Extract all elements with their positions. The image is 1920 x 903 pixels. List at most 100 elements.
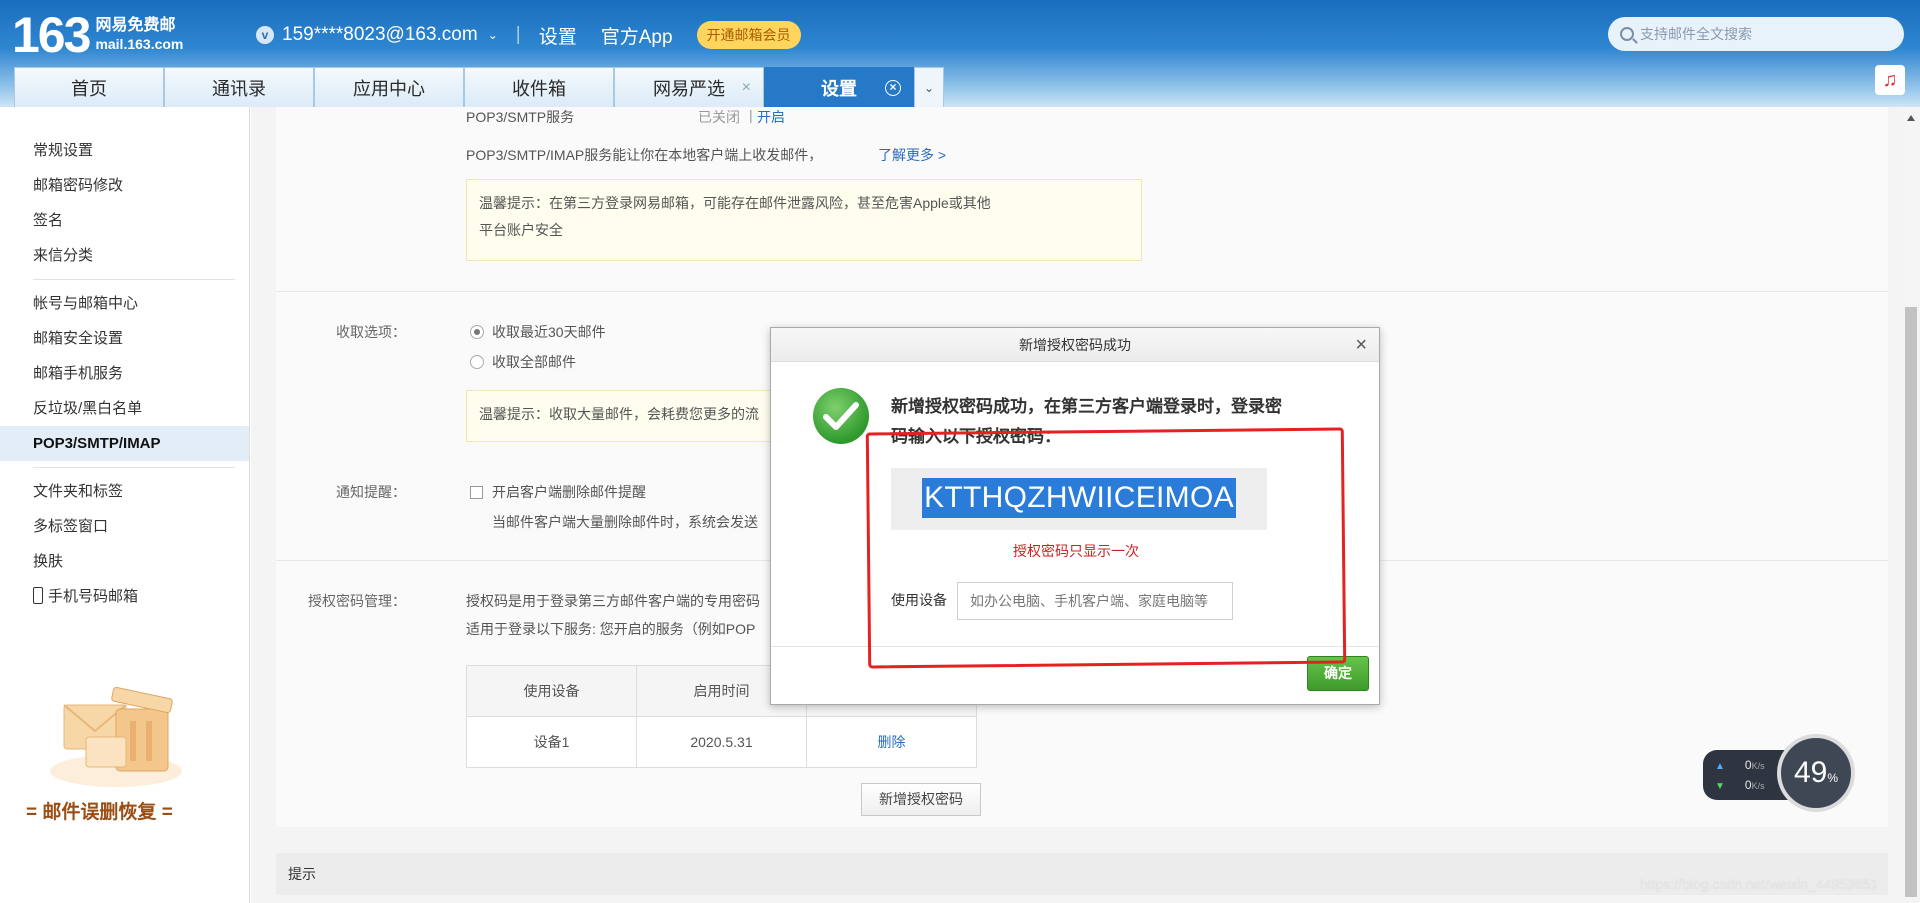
tab-label: 设置 xyxy=(821,78,857,99)
service-desc: POP3/SMTP/IMAP服务能让你在本地客户端上收发邮件， xyxy=(466,147,823,163)
tab-inbox[interactable]: 收件箱 xyxy=(464,67,614,107)
promo-right-mark: = xyxy=(161,802,173,823)
sidebar-item-password[interactable]: 邮箱密码修改 xyxy=(0,168,249,203)
divider xyxy=(33,467,235,468)
official-app-link[interactable]: 官方App xyxy=(601,22,673,49)
percent-value: 49 xyxy=(1793,756,1828,789)
tip-line-2: 平台账户安全 xyxy=(479,222,563,238)
network-speed-widget[interactable]: ▲ 0K/s ▼ 0K/s 49% xyxy=(1703,734,1855,814)
tip-text: 温馨提示：收取大量邮件，会耗费您更多的流 xyxy=(479,406,759,422)
tab-home[interactable]: 首页 xyxy=(14,67,164,107)
close-icon[interactable]: × xyxy=(742,79,751,97)
download-arrow-icon: ▼ xyxy=(1715,781,1725,792)
memory-percent: 49% xyxy=(1777,734,1855,812)
logo[interactable]: 163 网易免费邮 mail.163.com xyxy=(12,10,183,60)
promo-text: = 邮件误删恢复 = xyxy=(26,797,173,824)
service-open-link[interactable]: 开启 xyxy=(757,107,785,127)
logo-domain: mail.163.com xyxy=(95,35,184,52)
checkbox-label: 开启客户端删除邮件提醒 xyxy=(492,484,646,500)
service-status: 已关闭 xyxy=(698,109,740,125)
sidebar-item-antispam[interactable]: 反垃圾/黑白名单 xyxy=(0,391,249,426)
sidebar-item-folders[interactable]: 文件夹和标签 xyxy=(0,474,249,509)
tab-more-button[interactable]: ⌄ xyxy=(914,67,944,107)
auth-desc-2: 适用于登录以下服务: 您开启的服务（例如POP xyxy=(466,621,756,637)
tab-bar: 首页 通讯录 应用中心 收件箱 网易严选 × 设置 × ⌄ xyxy=(14,67,944,107)
account-bar: v 159****8023@163.com ⌄ | 设置 官方App 开通邮箱会… xyxy=(256,21,801,49)
search-placeholder: 支持邮件全文搜索 xyxy=(1640,26,1752,42)
sidebar-item-general[interactable]: 常规设置 xyxy=(0,133,249,168)
tip-line-1: 温馨提示：在第三方登录网易邮箱，可能存在邮件泄露风险，甚至危害Apple或其他 xyxy=(479,195,991,211)
speed-unit: K/s xyxy=(1751,781,1765,791)
fetch-tip: 温馨提示：收取大量邮件，会耗费您更多的流 xyxy=(466,390,806,442)
upload-value: 0 xyxy=(1744,758,1752,772)
radio-label: 收取最近30天邮件 xyxy=(492,324,606,340)
add-auth-code-button[interactable]: 新增授权密码 xyxy=(861,783,981,816)
scroll-up-icon[interactable] xyxy=(1907,115,1915,121)
notify-checkbox[interactable]: 开启客户端删除邮件提醒 xyxy=(470,482,646,502)
upload-arrow-icon: ▲ xyxy=(1715,761,1725,772)
dialog-header: 新增授权密码成功 × xyxy=(771,328,1379,362)
fetch-all-radio[interactable]: 收取全部邮件 xyxy=(470,352,576,372)
checkbox-icon xyxy=(470,486,483,499)
sidebar-item-account-center[interactable]: 帐号与邮箱中心 xyxy=(0,286,249,321)
sidebar-item-pop3[interactable]: POP3/SMTP/IMAP xyxy=(0,426,249,461)
vertical-scrollbar[interactable] xyxy=(1902,107,1920,903)
fetch-recent-radio[interactable]: 收取最近30天邮件 xyxy=(470,322,606,342)
settings-sidebar: 常规设置 邮箱密码修改 签名 来信分类 帐号与邮箱中心 邮箱安全设置 邮箱手机服… xyxy=(0,107,250,903)
service-sep: | xyxy=(749,107,753,123)
radio-label: 收取全部邮件 xyxy=(492,354,576,370)
percent-sign: % xyxy=(1827,771,1839,785)
download-value: 0 xyxy=(1744,778,1752,792)
divider xyxy=(276,291,1888,292)
tab-label: 网易严选 xyxy=(653,78,725,99)
sidebar-item-mobile-service[interactable]: 邮箱手机服务 xyxy=(0,356,249,391)
promo-label: 邮件误删恢复 xyxy=(42,802,157,823)
chevron-down-icon[interactable]: ⌄ xyxy=(488,28,498,42)
tab-yanxuan[interactable]: 网易严选 × xyxy=(614,67,764,107)
sidebar-item-label: 手机号码邮箱 xyxy=(48,588,139,605)
vip-button[interactable]: 开通邮箱会员 xyxy=(696,21,801,49)
table-header: 使用设备 xyxy=(466,665,637,717)
tab-label: 应用中心 xyxy=(353,78,425,99)
learn-more-link[interactable]: 了解更多 > xyxy=(878,145,946,165)
settings-link[interactable]: 设置 xyxy=(539,22,577,49)
search-icon xyxy=(1620,27,1634,41)
close-icon[interactable]: × xyxy=(1355,328,1367,362)
tab-contacts[interactable]: 通讯录 xyxy=(164,67,314,107)
dialog-title: 新增授权密码成功 xyxy=(1019,337,1131,353)
sidebar-item-signature[interactable]: 签名 xyxy=(0,203,249,238)
notify-label: 通知提醒： xyxy=(336,484,406,500)
tab-settings[interactable]: 设置 × xyxy=(764,67,914,107)
mail-recovery-promo[interactable]: = 邮件误删恢复 = xyxy=(26,659,216,829)
service-name: POP3/SMTP服务 xyxy=(466,109,575,125)
tab-apps[interactable]: 应用中心 xyxy=(314,67,464,107)
close-icon[interactable]: × xyxy=(885,80,901,96)
account-email[interactable]: 159****8023@163.com xyxy=(282,24,478,46)
phone-icon xyxy=(33,587,43,604)
tab-label: 首页 xyxy=(71,78,107,99)
sidebar-item-phone-mailbox[interactable]: 手机号码邮箱 xyxy=(0,579,249,614)
tab-label: 收件箱 xyxy=(512,78,566,99)
tab-label: 通讯录 xyxy=(212,78,266,99)
sidebar-item-multitab[interactable]: 多标签窗口 xyxy=(0,509,249,544)
sidebar-item-skin[interactable]: 换肤 xyxy=(0,544,249,579)
radio-icon xyxy=(470,355,484,369)
security-tip: 温馨提示：在第三方登录网易邮箱，可能存在邮件泄露风险，甚至危害Apple或其他 … xyxy=(466,179,1142,261)
promo-left-mark: = xyxy=(26,802,38,823)
vip-level-icon[interactable]: v xyxy=(256,26,274,44)
chevron-down-icon: ⌄ xyxy=(923,80,935,95)
search-input[interactable]: 支持邮件全文搜索 xyxy=(1608,17,1904,51)
table-row: 设备1 2020.5.31 删除 xyxy=(466,716,977,768)
trash-envelope-icon xyxy=(50,686,182,787)
sidebar-item-mail-rules[interactable]: 来信分类 xyxy=(0,238,249,273)
sidebar-item-security[interactable]: 邮箱安全设置 xyxy=(0,321,249,356)
delete-link[interactable]: 删除 xyxy=(806,716,977,768)
logo-number: 163 xyxy=(12,7,91,63)
auth-label: 授权密码管理： xyxy=(308,593,406,609)
music-icon[interactable]: ♫ xyxy=(1875,65,1905,95)
top-header: 163 网易免费邮 mail.163.com v 159****8023@163… xyxy=(0,0,1920,107)
date-cell: 2020.5.31 xyxy=(636,716,807,768)
scroll-thumb[interactable] xyxy=(1905,307,1917,897)
success-check-icon xyxy=(813,388,869,444)
logo-title: 网易免费邮 xyxy=(95,16,176,34)
